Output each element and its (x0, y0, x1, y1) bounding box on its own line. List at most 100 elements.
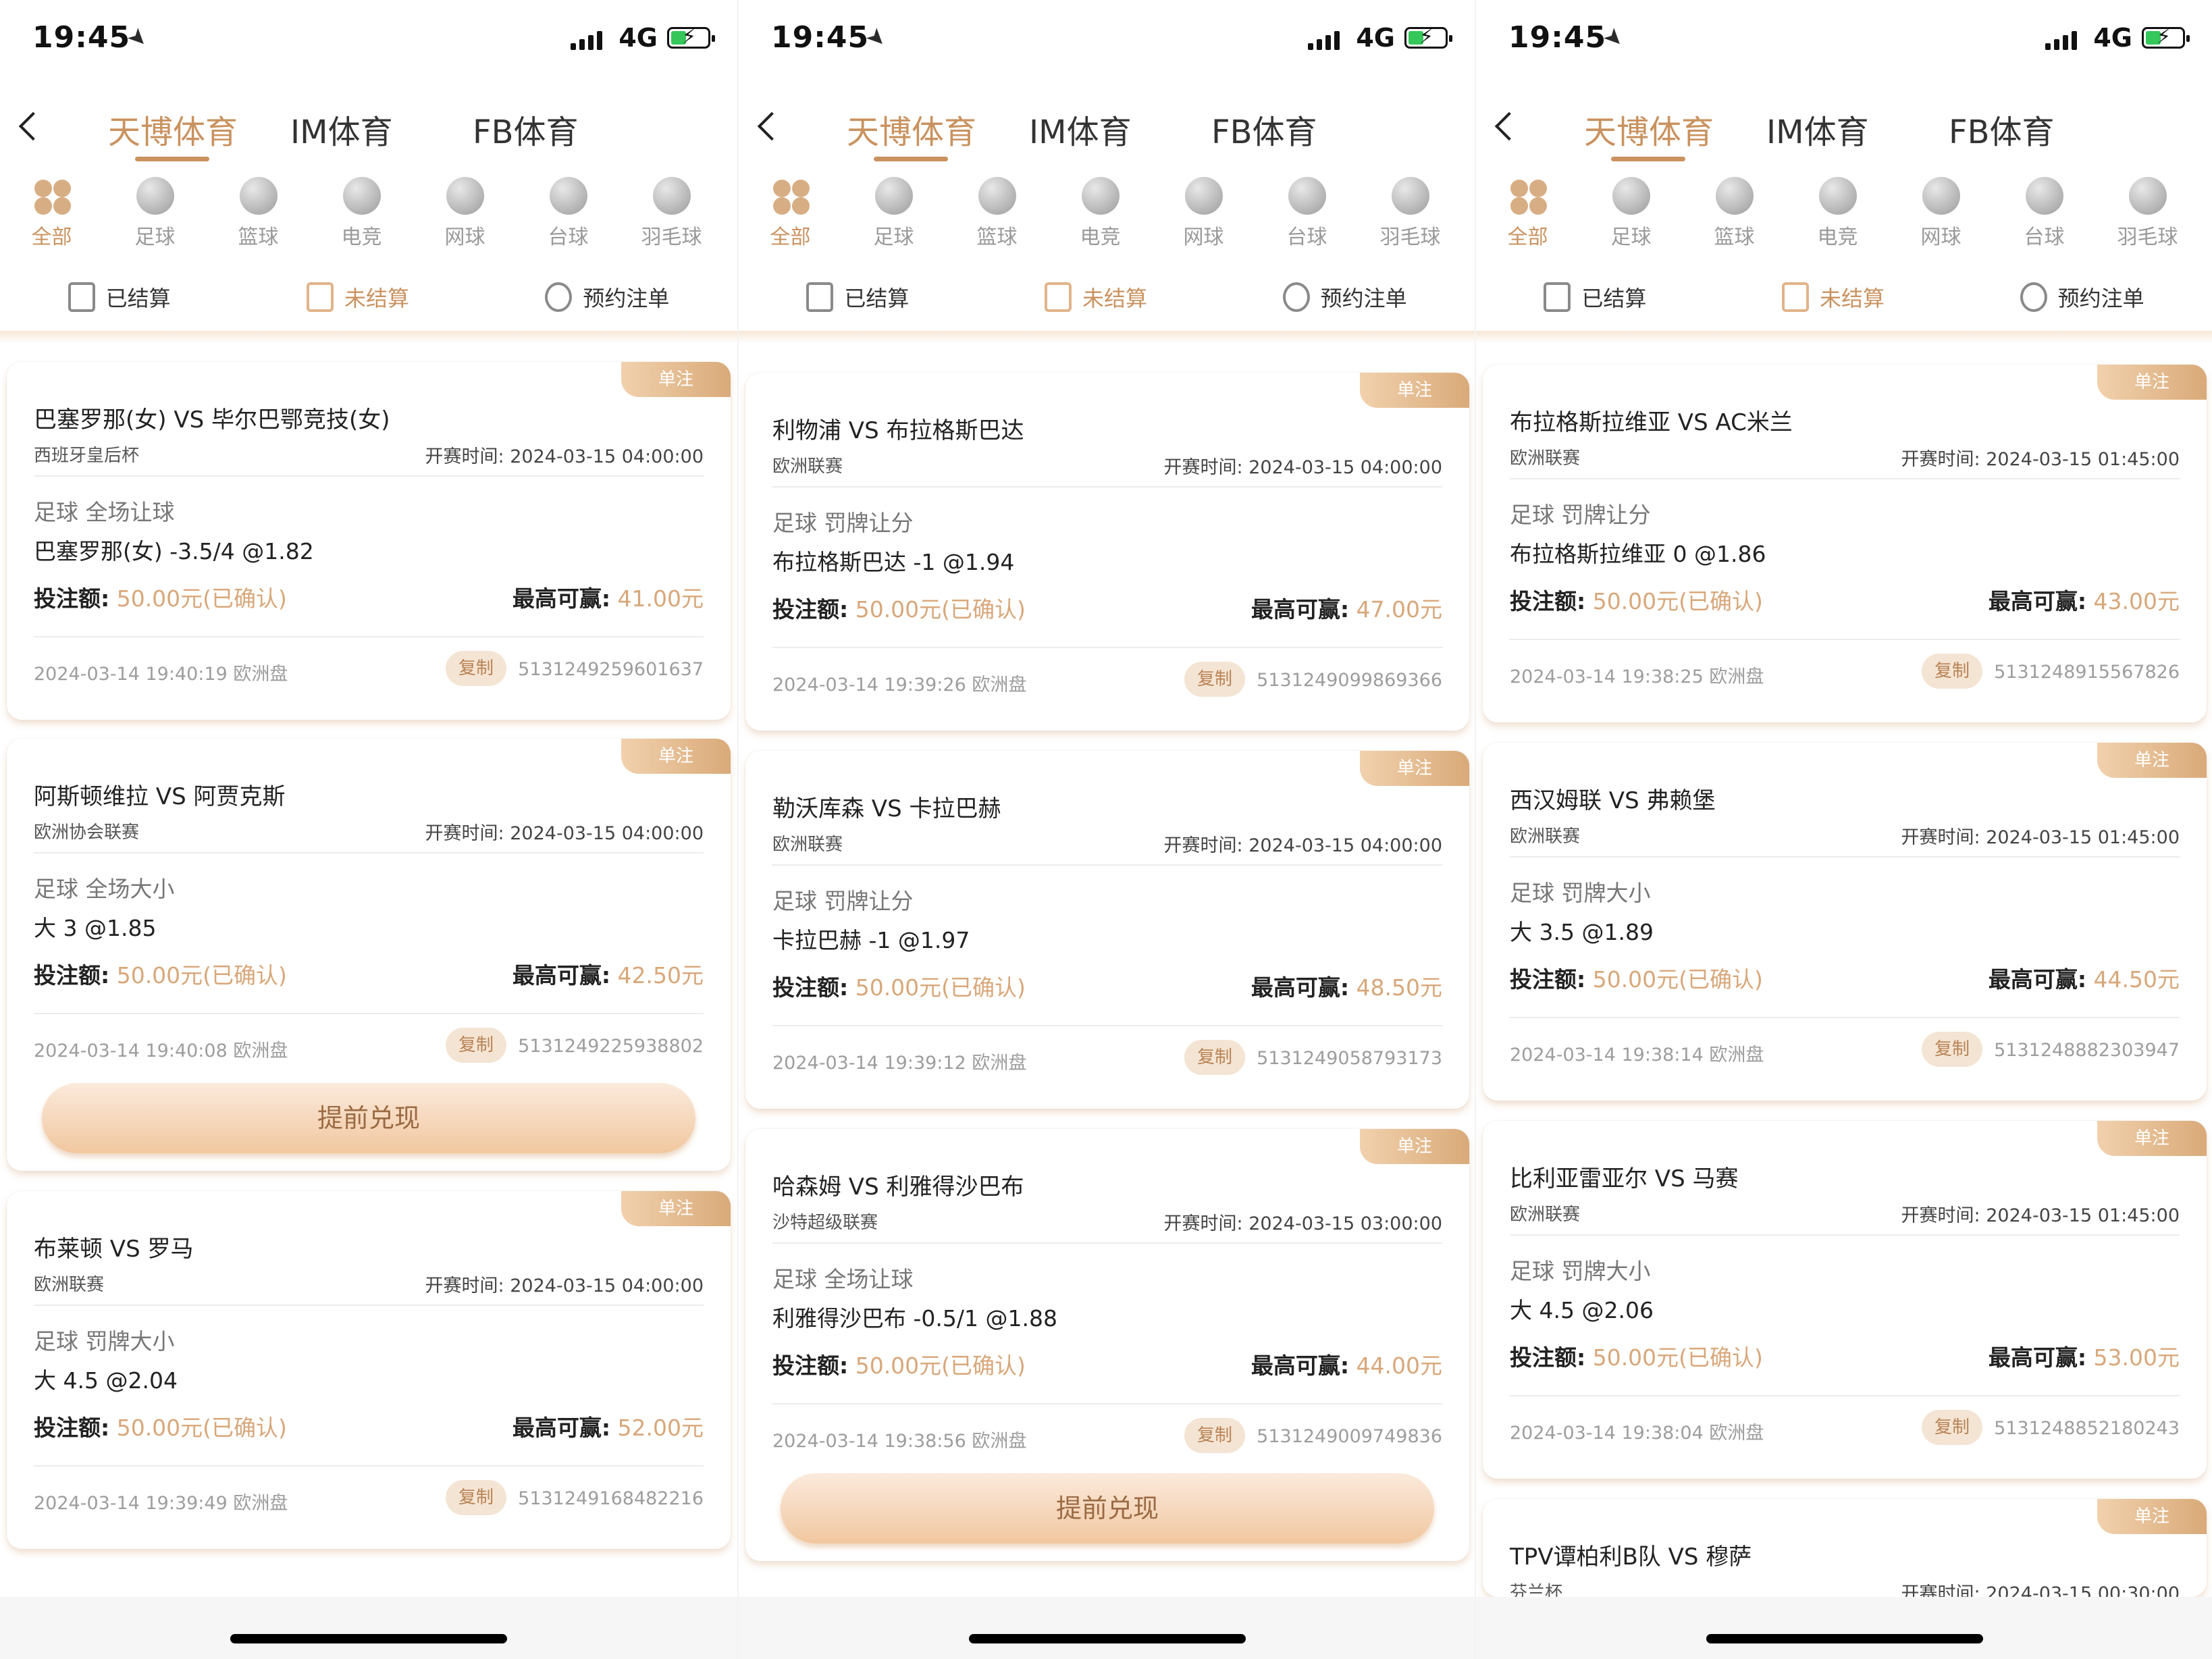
stake-value: 50.00元(已确认) (1592, 1344, 1763, 1371)
battery-icon: ⚡ (1404, 25, 1452, 49)
max-win: 最高可赢: 42.50元 (512, 957, 704, 990)
cashout-button[interactable]: 提前兑现 (42, 1083, 695, 1153)
status-tab[interactable]: 已结算 (1544, 270, 1646, 324)
start-time: 开赛时间: 2024-03-15 03:00:00 (1164, 1209, 1442, 1235)
single-bet-badge: 单注 (621, 362, 731, 397)
cashout-button[interactable]: 提前兑现 (781, 1473, 1434, 1544)
tab-provider[interactable]: FB体育 (1211, 105, 1394, 153)
sport-filter-billiards[interactable]: 台球 (1993, 177, 2096, 258)
bet-selection: 大 4.5 @2.04 (34, 1367, 178, 1394)
status-tab[interactable]: 未结算 (306, 270, 409, 324)
sport-filter-football[interactable]: 足球 (1579, 177, 1683, 258)
status-tab[interactable]: 未结算 (1044, 270, 1147, 324)
back-chevron-icon[interactable] (14, 107, 41, 147)
status-tab[interactable]: 已结算 (806, 270, 909, 324)
status-tab[interactable]: 预约注单 (2020, 270, 2144, 324)
tab-provider[interactable]: FB体育 (473, 105, 655, 153)
copy-button[interactable]: 复制 (1922, 1032, 1982, 1067)
match-title: 哈森姆 VS 利雅得沙巴布 (772, 1174, 1024, 1201)
back-chevron-icon[interactable] (1490, 107, 1517, 147)
sport-label: 足球 (1610, 226, 1652, 249)
copy-button[interactable]: 复制 (1922, 1410, 1982, 1445)
stake-amount: 投注额: 50.00元(已确认) (772, 970, 1026, 1002)
sport-filter-all[interactable]: 全部 (1476, 177, 1579, 258)
phone-screen: 19:45 ➤ 4G ⚡ 天博体育 IM体育 FB体育 全部 足球 篮球 电竞 网球 台球 羽毛球 已结算未… (1475, 0, 2212, 1659)
copy-button[interactable]: 复制 (1184, 1418, 1245, 1453)
stake-value: 50.00元(已确认) (116, 1415, 287, 1441)
bottom-area (0, 1597, 737, 1659)
sport-label: 羽毛球 (641, 226, 702, 249)
sport-filter-badminton[interactable]: 羽毛球 (2096, 177, 2199, 258)
sport-filter-esports[interactable]: 电竞 (1786, 177, 1889, 258)
start-time: 开赛时间: 2024-03-15 04:00:00 (1164, 831, 1442, 857)
start-time-label: 开赛时间: (1901, 449, 1980, 470)
sport-filter-esports[interactable]: 电竞 (1049, 177, 1152, 258)
start-time-label: 开赛时间: (425, 446, 504, 467)
status-tab[interactable]: 预约注单 (545, 270, 669, 324)
all-icon (772, 177, 810, 215)
sport-filter-all[interactable]: 全部 (0, 177, 103, 258)
copy-button[interactable]: 复制 (446, 651, 506, 686)
divider (34, 852, 704, 853)
bottom-area (1476, 1597, 2212, 1659)
network-label: 4G (2093, 23, 2132, 53)
sport-filter-basketball[interactable]: 篮球 (1683, 177, 1786, 258)
status-tab[interactable]: 已结算 (68, 270, 171, 324)
sport-filter-badminton[interactable]: 羽毛球 (1359, 177, 1462, 258)
status-tab[interactable]: 预约注单 (1282, 270, 1407, 324)
copy-button[interactable]: 复制 (1922, 654, 1982, 689)
start-time: 开赛时间: 2024-03-15 04:00:00 (425, 818, 704, 845)
tab-provider[interactable]: FB体育 (1949, 105, 2131, 153)
status-tab[interactable]: 未结算 (1781, 270, 1885, 324)
sport-filter-tennis[interactable]: 网球 (1152, 177, 1255, 258)
battery-icon: ⚡ (667, 25, 715, 49)
tab-provider[interactable]: IM体育 (1766, 105, 1949, 153)
tab-provider[interactable]: 天博体育 (108, 105, 290, 153)
alarm-clock-icon (545, 282, 573, 312)
billiards-icon (549, 177, 587, 215)
stake-value: 50.00元(已确认) (116, 585, 287, 612)
sport-filter-basketball[interactable]: 篮球 (207, 177, 310, 258)
max-win-label: 最高可赢: (1250, 1352, 1350, 1379)
copy-button[interactable]: 复制 (446, 1028, 506, 1063)
sport-filter-badminton[interactable]: 羽毛球 (620, 177, 723, 258)
sport-filter-basketball[interactable]: 篮球 (945, 177, 1049, 258)
start-time-label: 开赛时间: (1163, 835, 1243, 856)
sport-filter-tennis[interactable]: 网球 (1889, 177, 1993, 258)
copy-button[interactable]: 复制 (446, 1480, 506, 1515)
divider (772, 486, 1442, 488)
home-indicator[interactable] (230, 1634, 507, 1643)
divider (1510, 1017, 2180, 1018)
sport-filter-football[interactable]: 足球 (842, 177, 945, 258)
max-win-label: 最高可赢: (512, 962, 611, 989)
start-time-value: 2024-03-15 01:45:00 (1986, 1205, 2180, 1226)
tab-provider[interactable]: 天博体育 (1584, 105, 1766, 153)
max-win-value: 53.00元 (2093, 1344, 2180, 1371)
tab-provider[interactable]: IM体育 (1029, 105, 1211, 153)
tab-provider[interactable]: 天博体育 (847, 105, 1029, 153)
sport-filter-tennis[interactable]: 网球 (413, 177, 517, 258)
match-title: 勒沃库森 VS 卡拉巴赫 (772, 795, 1001, 822)
league-name: 欧洲联赛 (1510, 448, 1581, 469)
header: 天博体育 IM体育 FB体育 (0, 95, 737, 176)
bet-selection: 布拉格斯拉维亚 0 @1.86 (1510, 541, 1766, 567)
sport-filter-billiards[interactable]: 台球 (517, 177, 620, 258)
stake-label: 投注额: (772, 596, 849, 623)
league-name: 芬兰杯 (1510, 1583, 1563, 1597)
basketball-icon (239, 177, 278, 215)
sport-label: 足球 (873, 226, 914, 249)
bet-card: 单注 西汉姆联 VS 弗赖堡 欧洲联赛 开赛时间: 2024-03-15 01:45:… (1483, 743, 2207, 1101)
back-chevron-icon[interactable] (752, 107, 779, 147)
divider (1510, 856, 2180, 858)
sport-filter-billiards[interactable]: 台球 (1255, 177, 1359, 258)
sport-filter-all[interactable]: 全部 (739, 177, 842, 258)
tab-provider[interactable]: IM体育 (290, 105, 473, 153)
copy-button[interactable]: 复制 (1184, 1040, 1245, 1075)
sport-filter-football[interactable]: 足球 (103, 177, 207, 258)
sport-filter-esports[interactable]: 电竞 (310, 177, 413, 258)
max-win-value: 47.00元 (1356, 596, 1442, 623)
max-win-value: 44.00元 (1356, 1352, 1442, 1379)
home-indicator[interactable] (969, 1634, 1246, 1643)
home-indicator[interactable] (1706, 1634, 1983, 1643)
copy-button[interactable]: 复制 (1184, 662, 1245, 697)
